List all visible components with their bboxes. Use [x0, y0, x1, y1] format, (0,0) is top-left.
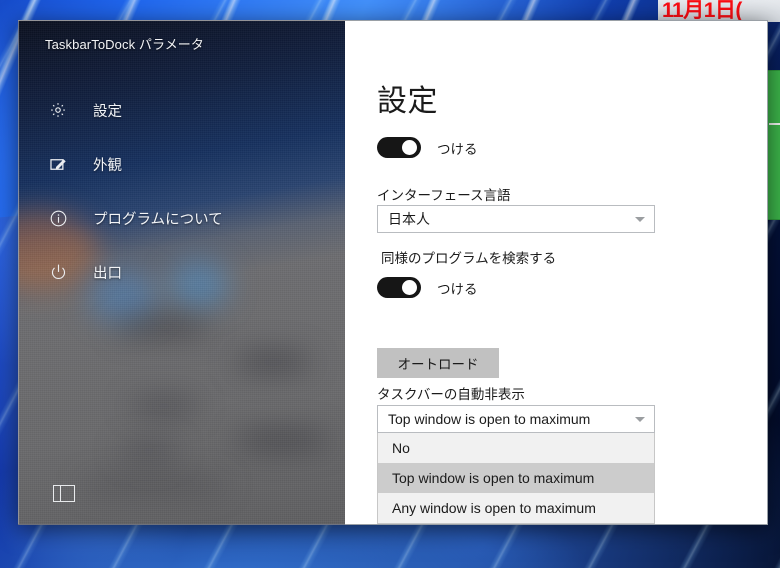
sidebar-nav: 設定 外観 プログラムについて 出口 [19, 83, 346, 299]
sidebar-item-appearance[interactable]: 外観 [19, 137, 346, 191]
grip-line-icon [769, 123, 780, 125]
search-similar-toggle-row: つける [377, 277, 478, 298]
search-similar-label: 同様のプログラムを検索する [381, 251, 557, 266]
chevron-down-icon [635, 217, 645, 222]
autohide-label: タスクバーの自動非表示 [377, 387, 525, 402]
top-taskbar-strip: 11月1日( [0, 0, 780, 22]
sidebar: TaskbarToDock パラメータ 設定 外観 プログラムについて 出口 [18, 20, 346, 525]
autohide-select-value: Top window is open to maximum [388, 411, 591, 427]
blur-blob [129, 396, 199, 416]
autohide-dropdown-list[interactable]: No Top window is open to maximum Any win… [377, 433, 655, 524]
autoload-button[interactable]: オートロード [377, 348, 499, 378]
sidebar-item-label: プログラムについて [93, 211, 223, 228]
screen: 11月1日( TaskbarToDock パラメータ 設定 外観 プログラムにつ… [0, 0, 780, 568]
page-title: 設定 [377, 85, 438, 118]
enable-toggle-label: つける [437, 141, 478, 157]
blur-blob [79, 476, 229, 494]
chevron-down-icon [635, 417, 645, 422]
sidebar-item-exit[interactable]: 出口 [19, 245, 346, 299]
sidebar-item-label: 出口 [93, 265, 122, 282]
autohide-select[interactable]: Top window is open to maximum [377, 405, 655, 433]
pencil-square-icon [45, 153, 71, 175]
toggle-knob [402, 140, 417, 155]
blur-blob [234, 351, 312, 373]
search-similar-toggle-label: つける [437, 281, 478, 297]
sidebar-item-label: 設定 [93, 103, 122, 120]
dropdown-option-any-window[interactable]: Any window is open to maximum [378, 493, 654, 523]
clock-text: 11月1日( [662, 0, 742, 22]
language-select-value: 日本人 [388, 211, 430, 227]
panel-layout-toggle-icon[interactable] [53, 485, 75, 502]
dropdown-option-no[interactable]: No [378, 433, 654, 463]
enable-toggle-switch[interactable] [377, 137, 421, 158]
language-select[interactable]: 日本人 [377, 205, 655, 233]
blur-blob [114, 316, 210, 338]
taskbartodock-window: TaskbarToDock パラメータ 設定 外観 プログラムについて 出口 設… [18, 20, 768, 525]
sidebar-item-settings[interactable]: 設定 [19, 83, 346, 137]
gear-icon [45, 99, 71, 121]
panel-toggle-left-segment [54, 486, 61, 501]
window-title: TaskbarToDock パラメータ [45, 37, 204, 52]
blur-blob [119, 441, 179, 461]
toggle-knob [402, 280, 417, 295]
enable-toggle-row: つける [377, 137, 478, 158]
language-label: インターフェース言語 [377, 188, 511, 203]
search-similar-toggle-switch[interactable] [377, 277, 421, 298]
sidebar-item-about[interactable]: プログラムについて [19, 191, 346, 245]
power-icon [45, 261, 71, 283]
settings-panel: 設定 つける インターフェース言語 日本人 同様のプログラムを検索する つける … [345, 20, 768, 525]
blur-blob [234, 429, 330, 451]
dropdown-option-top-window[interactable]: Top window is open to maximum [378, 463, 654, 493]
info-circle-icon [45, 207, 71, 229]
clock-chip[interactable]: 11月1日( [658, 0, 780, 22]
sidebar-item-label: 外観 [93, 157, 122, 174]
